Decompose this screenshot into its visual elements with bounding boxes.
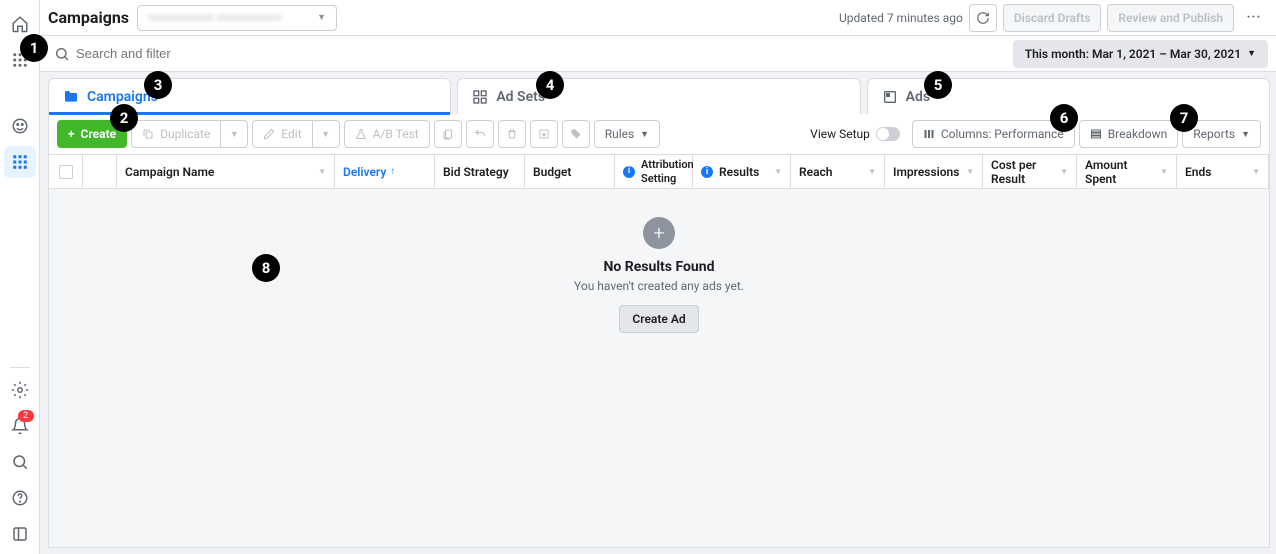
view-setup-label: View Setup	[810, 127, 870, 141]
reports-button[interactable]: Reports ▼	[1182, 120, 1261, 148]
audience-icon[interactable]	[4, 110, 36, 142]
table: Campaign Name▼ Delivery↑ Bid Strategy Bu…	[48, 155, 1270, 548]
notifications-icon[interactable]	[4, 410, 36, 442]
settings-icon[interactable]	[4, 374, 36, 406]
info-icon: i	[701, 166, 713, 178]
th-attribution[interactable]: iAttribution Setting	[615, 155, 693, 188]
apps-icon[interactable]	[4, 44, 36, 76]
flask-icon	[355, 128, 367, 140]
left-rail	[0, 0, 40, 554]
export-button[interactable]	[530, 120, 558, 148]
delete-button[interactable]	[498, 120, 526, 148]
empty-state: + No Results Found You haven't created a…	[49, 189, 1269, 547]
top-bar: Campaigns ——————— ——————— ▼ Updated 7 mi…	[40, 0, 1276, 36]
tabs-row: Campaigns Ad Sets Ads	[48, 78, 1270, 114]
columns-label: Columns: Performance	[941, 127, 1064, 141]
breakdown-button[interactable]: Breakdown	[1079, 120, 1179, 148]
account-selector[interactable]: ——————— ——————— ▼	[137, 5, 337, 31]
empty-subtitle: You haven't created any ads yet.	[574, 279, 744, 293]
th-checkbox[interactable]	[49, 155, 83, 188]
th-budget[interactable]: Budget	[525, 155, 615, 188]
tab-adsets-label: Ad Sets	[496, 89, 545, 105]
help-icon[interactable]	[4, 482, 36, 514]
tab-campaigns[interactable]: Campaigns	[48, 78, 451, 114]
grid-icon	[472, 89, 488, 105]
pencil-icon	[263, 128, 275, 140]
duplicate-dropdown[interactable]: ▼	[220, 120, 248, 148]
page-title: Campaigns	[48, 8, 129, 27]
date-range-picker[interactable]: This month: Mar 1, 2021 – Mar 30, 2021 ▼	[1013, 40, 1268, 68]
toggle-off-icon	[876, 127, 900, 141]
tab-ads[interactable]: Ads	[867, 78, 1270, 114]
create-button-label: Create	[81, 127, 117, 141]
duplicate-button[interactable]: Duplicate	[131, 120, 220, 148]
ads-manager-icon[interactable]	[4, 146, 36, 178]
tag-button[interactable]	[562, 120, 590, 148]
columns-icon	[923, 128, 935, 140]
chevron-down-icon: ▼	[640, 129, 649, 140]
th-delivery[interactable]: Delivery↑	[335, 155, 435, 188]
chevron-down-icon: ▼	[1247, 48, 1256, 59]
search-input[interactable]	[76, 46, 999, 61]
refresh-button[interactable]	[969, 4, 997, 32]
plus-icon: +	[68, 127, 75, 141]
th-bid-strategy[interactable]: Bid Strategy	[435, 155, 525, 188]
tab-adsets[interactable]: Ad Sets	[457, 78, 860, 114]
edit-button[interactable]: Edit	[252, 120, 311, 148]
th-campaign-name[interactable]: Campaign Name▼	[117, 155, 335, 188]
view-setup-toggle[interactable]: View Setup	[802, 127, 908, 141]
th-results[interactable]: iResults▼	[693, 155, 791, 188]
tab-ads-label: Ads	[906, 89, 930, 105]
duplicate-label: Duplicate	[160, 127, 210, 141]
breakdown-icon	[1090, 128, 1102, 140]
date-range-label: This month: Mar 1, 2021 – Mar 30, 2021	[1025, 47, 1241, 61]
empty-title: No Results Found	[604, 259, 715, 275]
create-button[interactable]: + Create	[57, 120, 127, 148]
collapse-icon[interactable]	[4, 518, 36, 550]
updated-label: Updated 7 minutes ago	[839, 11, 963, 25]
th-impressions[interactable]: Impressions▼	[885, 155, 983, 188]
chevron-down-icon: ▼	[1241, 129, 1250, 140]
breakdown-label: Breakdown	[1108, 127, 1168, 141]
table-header: Campaign Name▼ Delivery↑ Bid Strategy Bu…	[49, 155, 1269, 189]
plus-circle-icon: +	[643, 217, 675, 249]
folder-icon	[63, 89, 79, 105]
discard-drafts-button[interactable]: Discard Drafts	[1003, 4, 1102, 32]
review-publish-button[interactable]: Review and Publish	[1107, 4, 1234, 32]
search-rail-icon[interactable]	[4, 446, 36, 478]
th-toggle	[83, 155, 117, 188]
abtest-button[interactable]: A/B Test	[344, 120, 430, 148]
ad-icon	[882, 89, 898, 105]
th-reach[interactable]: Reach▼	[791, 155, 885, 188]
search-icon	[54, 46, 70, 62]
edit-dropdown[interactable]: ▼	[312, 120, 340, 148]
abtest-label: A/B Test	[373, 127, 419, 141]
account-name: ——————— ———————	[148, 11, 282, 25]
create-ad-button[interactable]: Create Ad	[619, 305, 698, 333]
chevron-down-icon: ▼	[317, 12, 326, 23]
toolbar: + Create Duplicate ▼ Edit ▼ A/B Test	[48, 114, 1270, 155]
th-cost[interactable]: Cost per Result▼	[983, 155, 1077, 188]
duplicate-icon	[142, 128, 154, 140]
search-row: This month: Mar 1, 2021 – Mar 30, 2021 ▼	[40, 36, 1276, 72]
columns-button[interactable]: Columns: Performance	[912, 120, 1075, 148]
th-ends[interactable]: Ends▼	[1177, 155, 1269, 188]
home-icon[interactable]	[4, 8, 36, 40]
search-box[interactable]	[48, 40, 1005, 68]
tab-campaigns-label: Campaigns	[87, 89, 158, 105]
edit-label: Edit	[281, 127, 301, 141]
rules-label: Rules	[605, 127, 634, 141]
undo-button[interactable]	[466, 120, 494, 148]
info-icon: i	[623, 166, 635, 178]
th-amount-spent[interactable]: Amount Spent▼	[1077, 155, 1177, 188]
more-button[interactable]: ···	[1240, 4, 1268, 32]
copy-button[interactable]	[434, 120, 462, 148]
rules-button[interactable]: Rules ▼	[594, 120, 660, 148]
reports-label: Reports	[1193, 127, 1235, 141]
